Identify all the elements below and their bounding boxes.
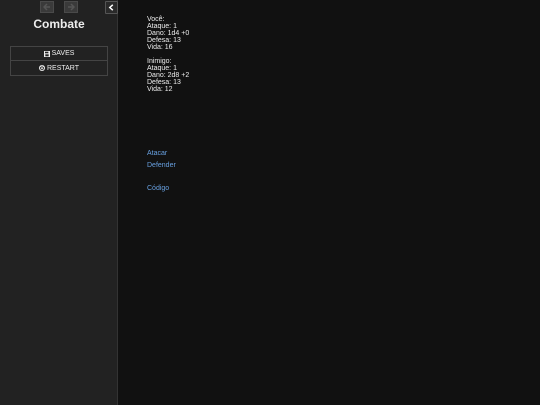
chevron-left-icon [108,4,114,11]
history-forward-button[interactable] [64,1,78,13]
defend-link[interactable]: Defender [147,162,517,169]
player-attack: Ataque: 1 [147,23,177,30]
code-link[interactable]: Código [147,185,517,192]
enemy-defense: Defesa: 13 [147,79,181,86]
app-window: Combate SAVES RESTART Você: Ataque: 1 Da… [0,0,540,405]
attack-link[interactable]: Atacar [147,150,517,157]
player-damage: Dano: 1d4 +0 [147,30,190,37]
player-defense: Defesa: 13 [147,37,181,44]
restart-button[interactable]: RESTART [10,61,108,76]
enemy-damage: Dano: 2d8 +2 [147,72,190,79]
player-life: Vida: 16 [147,44,173,51]
saves-label: SAVES [51,50,75,57]
stats-spacer [147,51,517,58]
enemy-attack: Ataque: 1 [147,65,177,72]
player-heading: Você: [147,16,165,23]
arrow-right-icon [68,3,75,11]
saves-button[interactable]: SAVES [10,46,108,61]
story-title: Combate [33,17,85,31]
power-icon [38,65,45,71]
arrow-left-icon [43,3,50,11]
save-icon [43,50,50,57]
enemy-heading: Inimigo: [147,58,172,65]
sidebar-toggle-button[interactable] [105,1,118,14]
sidebar: Combate SAVES RESTART [0,0,118,405]
enemy-life: Vida: 12 [147,86,173,93]
passage: Você: Ataque: 1 Dano: 1d4 +0 Defesa: 13 … [147,16,517,192]
history-back-button[interactable] [40,1,54,13]
restart-label: RESTART [46,64,80,72]
